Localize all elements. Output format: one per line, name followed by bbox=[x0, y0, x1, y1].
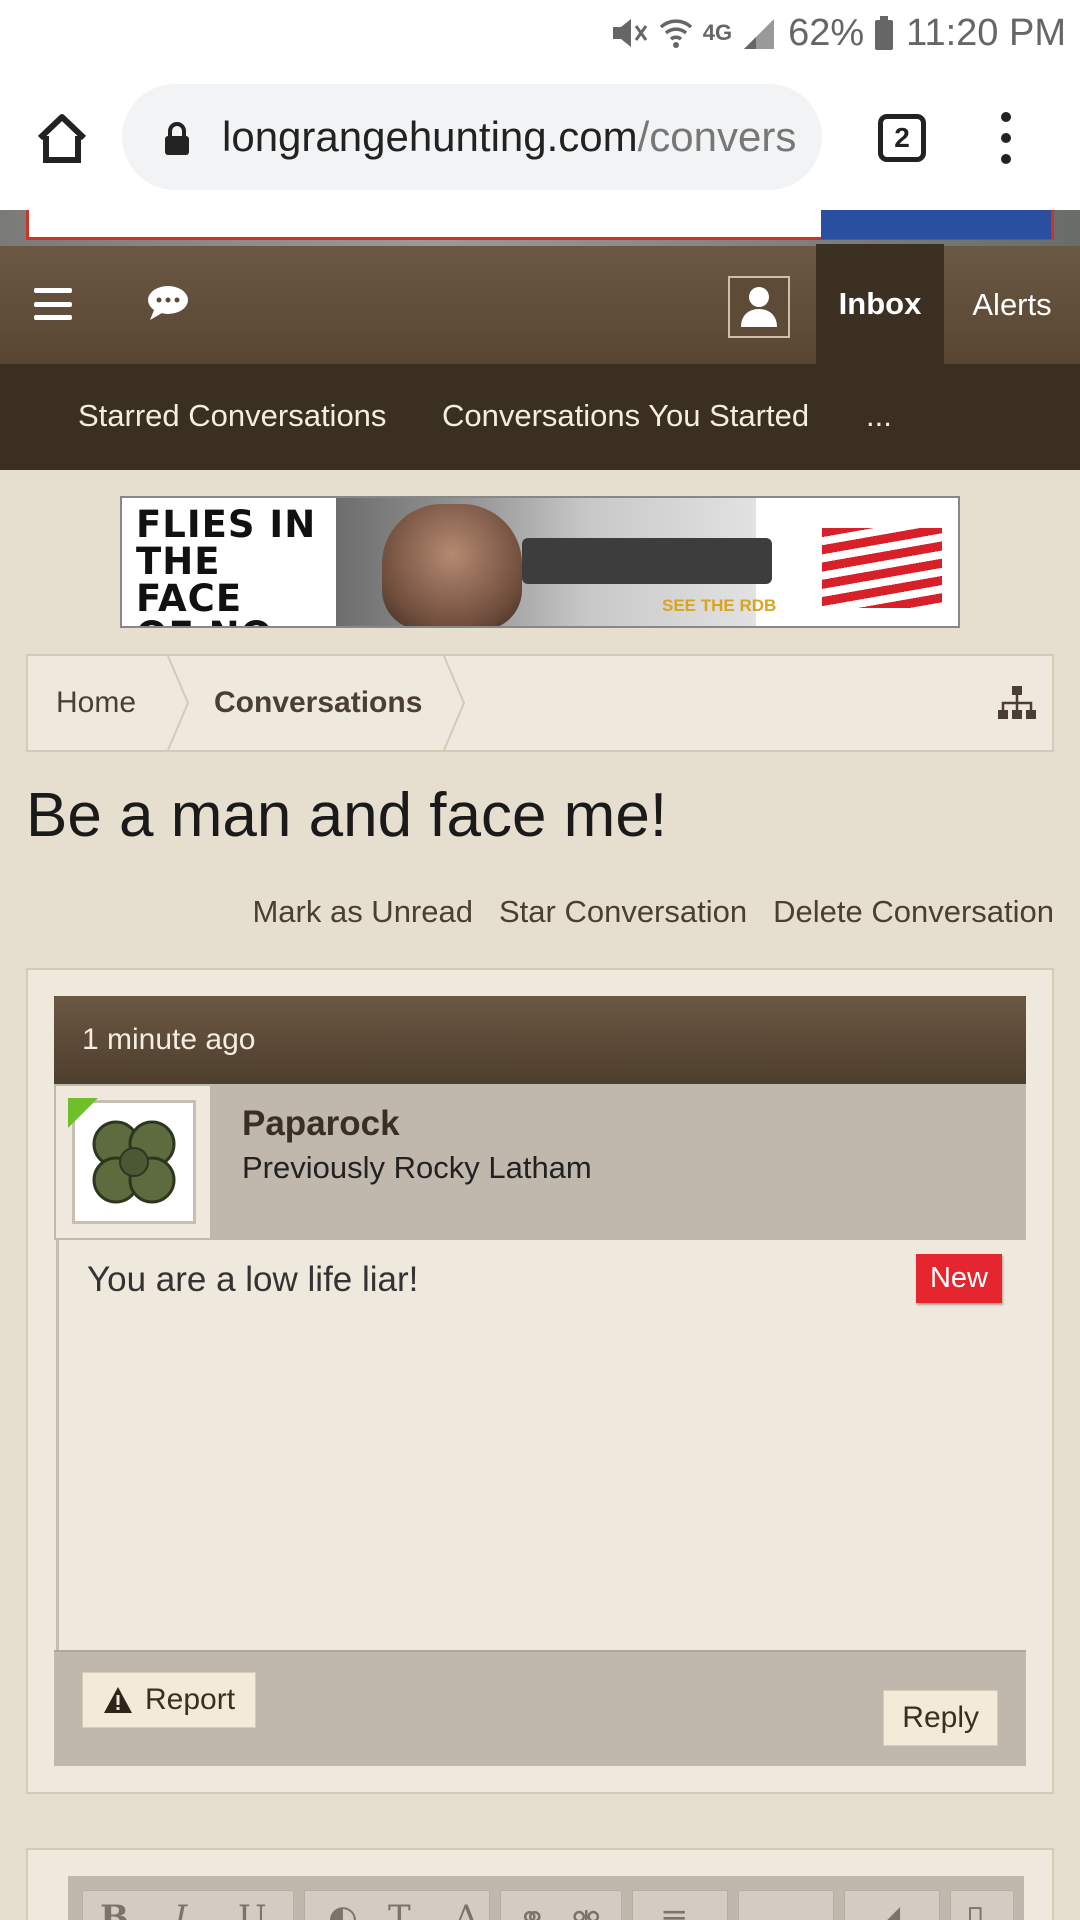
underline-icon[interactable]: U bbox=[238, 1898, 267, 1920]
home-icon[interactable] bbox=[34, 110, 90, 166]
top-ad-strip[interactable] bbox=[0, 210, 1080, 246]
align-icon[interactable]: ≡ bbox=[660, 1898, 689, 1920]
wifi-icon bbox=[659, 15, 693, 51]
link-icon[interactable]: ⚭ bbox=[518, 1898, 547, 1920]
avatar-box bbox=[56, 1086, 210, 1238]
eraser-icon[interactable]: ◢ bbox=[874, 1898, 900, 1920]
username[interactable]: Paparock bbox=[242, 1104, 400, 1144]
breadcrumb-conversations[interactable]: Conversations bbox=[214, 656, 422, 750]
banner-rifle bbox=[522, 538, 772, 584]
user-title: Previously Rocky Latham bbox=[242, 1150, 592, 1185]
sitemap-icon[interactable] bbox=[998, 686, 1036, 720]
message-text: You are a low life liar! bbox=[87, 1260, 419, 1299]
status-bar: 4G 62% 11:20 PM bbox=[0, 0, 1080, 66]
nav-alerts[interactable]: Alerts bbox=[944, 246, 1080, 364]
warning-icon bbox=[104, 1687, 132, 1713]
sub-nav: Starred Conversations Conversations You … bbox=[0, 364, 1080, 470]
banner-cta: SEE THE RDB bbox=[662, 596, 777, 615]
url-path: /convers bbox=[637, 113, 797, 160]
toolbar-group-misc bbox=[738, 1890, 834, 1920]
report-button[interactable]: Report bbox=[82, 1672, 257, 1728]
subnav-more[interactable]: ... bbox=[866, 398, 892, 434]
lock-icon bbox=[162, 119, 192, 155]
mute-icon bbox=[609, 15, 649, 51]
banner-face bbox=[382, 504, 522, 626]
conversation-actions: Mark as Unread Star Conversation Delete … bbox=[252, 894, 1054, 930]
font-size-icon[interactable]: T bbox=[388, 1898, 411, 1920]
breadcrumb-home[interactable]: Home bbox=[56, 656, 136, 750]
signal-icon bbox=[742, 15, 776, 51]
italic-icon[interactable]: I bbox=[174, 1898, 187, 1920]
battery-icon bbox=[874, 15, 894, 51]
clock: 11:20 PM bbox=[906, 11, 1066, 54]
new-badge: New bbox=[915, 1254, 1002, 1303]
star-conversation-link[interactable]: Star Conversation bbox=[499, 894, 747, 930]
nav-inbox[interactable]: Inbox bbox=[816, 244, 944, 364]
hamburger-icon[interactable] bbox=[34, 288, 72, 320]
subnav-starred[interactable]: Starred Conversations bbox=[78, 398, 386, 434]
mark-unread-link[interactable]: Mark as Unread bbox=[252, 894, 473, 930]
message-user-info: Paparock Previously Rocky Latham bbox=[54, 1084, 1026, 1240]
delete-conversation-link[interactable]: Delete Conversation bbox=[773, 894, 1054, 930]
breadcrumb-separator-icon bbox=[443, 656, 466, 750]
menu-dots-icon[interactable] bbox=[996, 112, 1016, 164]
banner-ad[interactable]: FLIES IN THE FACE OF NO ONE SEE THE RDB bbox=[120, 496, 960, 628]
url-host: longrangehunting.com bbox=[222, 113, 638, 160]
font-family-icon[interactable]: A bbox=[454, 1898, 479, 1920]
color-icon[interactable]: ◐ bbox=[328, 1898, 358, 1920]
address-bar[interactable]: longrangehunting.com/convers bbox=[122, 84, 822, 190]
breadcrumb: Home Conversations bbox=[26, 654, 1054, 752]
message-footer: Report Reply bbox=[54, 1650, 1026, 1766]
message-body: You are a low life liar! New bbox=[56, 1240, 1026, 1650]
document-icon[interactable]: ▯ bbox=[966, 1898, 985, 1920]
main-nav: Inbox Alerts bbox=[0, 244, 1080, 364]
reply-button[interactable]: Reply bbox=[883, 1690, 998, 1746]
breadcrumb-separator-icon bbox=[167, 656, 190, 750]
page-title: Be a man and face me! bbox=[26, 781, 668, 850]
chat-icon[interactable] bbox=[146, 284, 190, 322]
banner-flag bbox=[822, 528, 942, 608]
online-indicator bbox=[68, 1098, 98, 1128]
browser-toolbar: longrangehunting.com/convers 2 bbox=[0, 66, 1080, 210]
message-timestamp[interactable]: 1 minute ago bbox=[54, 996, 1026, 1084]
user-icon[interactable] bbox=[728, 276, 790, 338]
report-label: Report bbox=[145, 1683, 236, 1716]
battery-percent: 62% bbox=[788, 11, 865, 54]
banner-headline: FLIES IN THE FACE OF NO ONE bbox=[136, 503, 317, 626]
unlink-icon[interactable]: ⚮ bbox=[572, 1898, 601, 1920]
subnav-started[interactable]: Conversations You Started bbox=[442, 398, 809, 434]
bold-icon[interactable]: B bbox=[100, 1898, 129, 1920]
tab-switcher-button[interactable]: 2 bbox=[878, 114, 926, 162]
network-type: 4G bbox=[702, 20, 733, 45]
editor-toolbar: B I U ◐ T A ⚭ ⚮ ≡ ◢ ▯ bbox=[68, 1876, 1024, 1920]
